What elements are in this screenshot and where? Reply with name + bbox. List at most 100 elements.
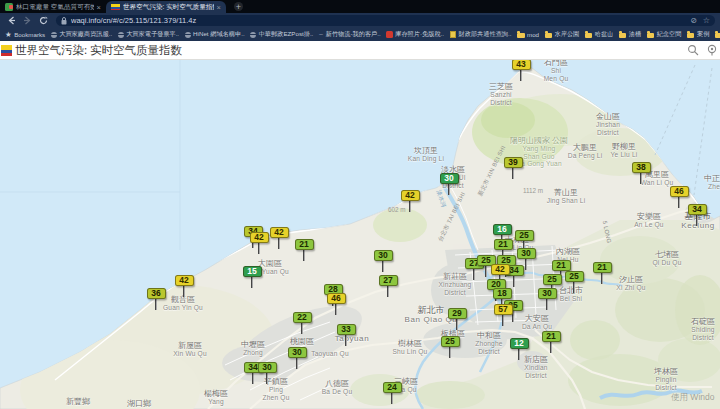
elevation-label: 1112 m xyxy=(523,187,543,194)
bookmark-label: 案例 xyxy=(697,30,709,39)
marker-pole xyxy=(252,373,254,384)
bookmark-item[interactable]: 哈盆山 xyxy=(585,30,614,39)
aqi-marker[interactable]: 46 xyxy=(327,293,346,304)
aqi-marker[interactable]: 27 xyxy=(379,275,398,286)
bookmark-item[interactable]: 水岸公園 xyxy=(545,30,580,39)
map-label: 石碇區ShidingDistrict xyxy=(691,317,715,341)
bookmark-item[interactable]: ★Bookmarks xyxy=(5,30,45,39)
folder-icon xyxy=(545,33,553,38)
aqi-marker[interactable]: 25 xyxy=(565,271,584,282)
back-button[interactable] xyxy=(7,16,16,25)
browser-toolbar: waqi.info/cn/#/c/25.115/121.379/11.4z ⊘ … xyxy=(0,13,720,28)
aqi-value: 25 xyxy=(515,230,534,241)
reload-button[interactable] xyxy=(39,16,48,25)
aqi-value: 21 xyxy=(593,262,612,273)
bookmark-item[interactable]: 中華郵政EZPost掛.. xyxy=(250,30,313,39)
map-label: 石門區ShiMen Qu xyxy=(544,60,569,82)
aqi-marker[interactable]: 21 xyxy=(494,239,513,250)
aqi-marker[interactable]: 33 xyxy=(337,324,356,335)
bookmark-item[interactable]: 大買家廠商資訊服.. xyxy=(51,30,112,39)
aqi-marker[interactable]: 25 xyxy=(515,230,534,241)
location-pin-icon[interactable] xyxy=(706,44,718,56)
bookmark-label: Bookmarks xyxy=(14,31,45,38)
map-label: Taoyuan xyxy=(335,334,369,343)
tilde-favicon: ~ xyxy=(319,30,323,39)
aqi-marker[interactable]: 22 xyxy=(293,312,312,323)
aqi-marker[interactable]: 57 xyxy=(494,304,513,315)
tab-waqi[interactable]: 世界空气污染: 实时空气质量指数 × xyxy=(106,1,226,13)
tab-close-icon[interactable]: × xyxy=(97,3,101,12)
site-header: 世界空气污染: 实时空气质量指数 xyxy=(0,41,720,60)
bookmark-item[interactable]: 大買家電子發票平.. xyxy=(118,30,179,39)
bookmark-item[interactable]: 北門 xyxy=(715,30,720,39)
globe-favicon xyxy=(185,32,191,38)
aqi-marker[interactable]: 38 xyxy=(632,162,651,173)
aqi-marker[interactable]: 25 xyxy=(441,336,460,347)
aqi-marker[interactable]: 21 xyxy=(295,239,314,250)
aqi-marker[interactable]: 24 xyxy=(383,382,402,393)
aqi-marker[interactable]: 18 xyxy=(493,288,512,299)
aqi-marker[interactable]: 15 xyxy=(243,266,262,277)
globe-favicon xyxy=(51,32,57,38)
aqi-marker[interactable]: 39 xyxy=(504,157,523,168)
bookmark-item[interactable]: HiNet 網域名稱申.. xyxy=(185,30,245,39)
blocked-content-icon[interactable]: ⊘ xyxy=(690,16,697,25)
search-icon[interactable] xyxy=(687,44,699,56)
aqi-marker[interactable]: 21 xyxy=(542,331,561,342)
url-text[interactable]: waqi.info/cn/#/c/25.115/121.379/11.4z xyxy=(71,16,684,25)
forward-button[interactable] xyxy=(23,16,32,25)
new-tab-button[interactable]: + xyxy=(234,2,243,11)
address-bar[interactable]: waqi.info/cn/#/c/25.115/121.379/11.4z ⊘ … xyxy=(56,15,715,26)
aqi-marker[interactable]: 42 xyxy=(270,227,289,238)
bookmark-star-icon[interactable]: ☆ xyxy=(703,16,710,25)
aqi-marker[interactable]: 34 xyxy=(688,204,707,215)
aqi-marker[interactable]: 30 xyxy=(374,250,393,261)
aqi-value: 21 xyxy=(494,239,513,250)
aqi-marker[interactable]: 21 xyxy=(552,260,571,271)
marker-pole xyxy=(502,315,504,326)
aqi-value: 46 xyxy=(327,293,346,304)
aqi-marker[interactable]: 16 xyxy=(493,224,512,235)
aqi-marker[interactable]: 42 xyxy=(175,275,194,286)
aqi-marker[interactable]: 42 xyxy=(250,232,269,243)
bookmark-item[interactable]: 油槽 xyxy=(619,30,641,39)
aqi-marker[interactable]: 29 xyxy=(448,308,467,319)
aqi-marker[interactable]: 36 xyxy=(147,288,166,299)
aqi-marker[interactable]: 25 xyxy=(543,274,562,285)
aqi-marker[interactable]: 42 xyxy=(401,190,420,201)
tab-linkou-article[interactable]: 林口電廠量 空氣品質可有效改.. × xyxy=(0,1,106,13)
aqi-marker[interactable]: 46 xyxy=(670,186,689,197)
aqi-marker[interactable]: 42 xyxy=(491,264,510,275)
bookmark-item[interactable]: 庫存照片·免版稅.. xyxy=(386,30,444,39)
aqi-value: 30 xyxy=(538,288,557,299)
map-label: 桃園區 xyxy=(290,337,314,346)
bookmark-item[interactable]: mod xyxy=(517,31,539,38)
bookmark-label: 財政部共通性查詢.. xyxy=(459,30,512,39)
aqi-marker[interactable]: 21 xyxy=(593,262,612,273)
aqi-marker[interactable]: 12 xyxy=(510,338,529,349)
folder-icon xyxy=(715,33,720,38)
aqi-marker[interactable]: 30 xyxy=(288,347,307,358)
tab-close-icon[interactable]: × xyxy=(217,3,221,12)
aqi-marker[interactable]: 30 xyxy=(538,288,557,299)
marker-pole xyxy=(696,215,698,226)
air-quality-map[interactable]: 石門區ShiMen Qu三芝區SanzhiDistrict金山區JinshanD… xyxy=(0,60,720,409)
marker-pole xyxy=(485,266,487,277)
bookmark-item[interactable]: 案例 xyxy=(687,30,709,39)
marker-pole xyxy=(473,269,475,280)
aqi-marker[interactable]: 30 xyxy=(258,362,277,373)
bookmark-item[interactable]: ~新竹物流-我的客戶.. xyxy=(319,30,381,39)
aqi-marker[interactable]: 30 xyxy=(440,173,459,184)
bookmarks-star-icon: ★ xyxy=(5,30,12,39)
bookmark-item[interactable]: 紀念空間 xyxy=(647,30,682,39)
aqi-marker[interactable]: 43 xyxy=(512,60,531,70)
marker-pole xyxy=(155,299,157,310)
aqi-value: 12 xyxy=(510,338,529,349)
site-favicon xyxy=(5,3,13,11)
bookmark-item[interactable]: 財政部共通性查詢.. xyxy=(450,30,512,39)
bookmark-label: mod xyxy=(527,31,539,38)
tab-title: 世界空气污染: 实时空气质量指数 xyxy=(123,3,214,12)
aqi-marker[interactable]: 30 xyxy=(517,248,536,259)
aqi-value: 27 xyxy=(379,275,398,286)
bookmark-label: 紀念空間 xyxy=(657,30,682,39)
